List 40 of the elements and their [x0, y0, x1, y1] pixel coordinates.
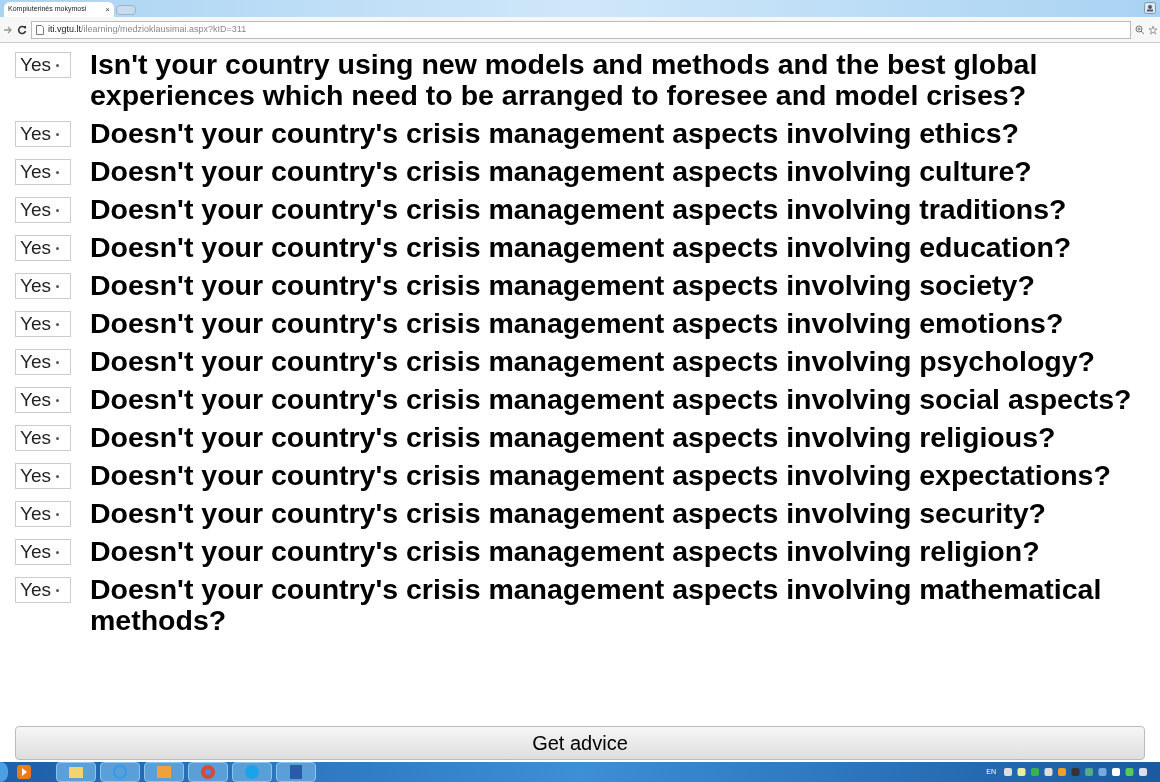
question-text: Doesn't your country's crisis management aspects involving society?: [90, 270, 1035, 301]
question-text: Doesn't your country's crisis management aspects involving psychology?: [90, 346, 1095, 377]
folder-icon[interactable]: [56, 762, 96, 782]
answer-select[interactable]: Yes: [15, 273, 71, 299]
question-text: Isn't your country using new models and methods and the best global experiences which need to be arranged to foresee and model crises?: [90, 49, 1039, 111]
question-text: Doesn't your country's crisis management aspects involving security?: [90, 498, 1046, 529]
question-text: Doesn't your country's crisis management aspects involving education?: [90, 232, 1072, 263]
answer-select[interactable]: Yes: [15, 349, 71, 375]
answer-select[interactable]: Yes: [15, 235, 71, 261]
address-bar[interactable]: iti.vgtu.lt/ilearning/medzioklausimai.aspx?kID=311: [31, 20, 1131, 39]
answer-select[interactable]: Yes: [15, 539, 71, 565]
reload-icon[interactable]: [17, 24, 27, 35]
question-text: Doesn't your country's crisis management aspects involving mathematical methods?: [90, 574, 1103, 636]
answer-select[interactable]: Yes: [15, 463, 71, 489]
star-icon[interactable]: [1149, 24, 1157, 35]
user-icon[interactable]: [1144, 2, 1156, 14]
answer-select[interactable]: Yes: [15, 501, 71, 527]
question-text: Doesn't your country's crisis management aspects involving culture?: [90, 156, 1032, 187]
document-icon[interactable]: [276, 762, 316, 782]
get-advice-button[interactable]: Get advice: [15, 726, 1145, 760]
question-text: Doesn't your country's crisis management aspects involving religion?: [90, 536, 1040, 567]
question-text: Doesn't your country's crisis management aspects involving traditions?: [90, 194, 1067, 225]
zoom-icon[interactable]: [1135, 24, 1145, 35]
answer-select[interactable]: Yes: [15, 425, 71, 451]
new-tab-button[interactable]: [116, 5, 136, 15]
question-text: Doesn't your country's crisis management aspects involving emotions?: [90, 308, 1064, 339]
answer-select[interactable]: Yes: [15, 311, 71, 337]
question-text: Doesn't your country's crisis management aspects involving social aspects?: [90, 384, 1132, 415]
page-icon: [36, 24, 44, 35]
answer-select[interactable]: Yes: [15, 52, 71, 78]
answer-select[interactable]: Yes: [15, 197, 71, 223]
answer-select[interactable]: Yes: [15, 121, 71, 147]
question-text: Doesn't your country's crisis management aspects involving religious?: [90, 422, 1056, 453]
answer-select[interactable]: Yes: [15, 159, 71, 185]
answer-select[interactable]: Yes: [15, 387, 71, 413]
mail-icon[interactable]: [144, 762, 184, 782]
question-text: Doesn't your country's crisis management aspects involving expectations?: [90, 460, 1111, 491]
question-text: Doesn't your country's crisis management aspects involving ethics?: [90, 118, 1019, 149]
start-button[interactable]: [0, 762, 8, 782]
answer-select[interactable]: Yes: [15, 577, 71, 603]
